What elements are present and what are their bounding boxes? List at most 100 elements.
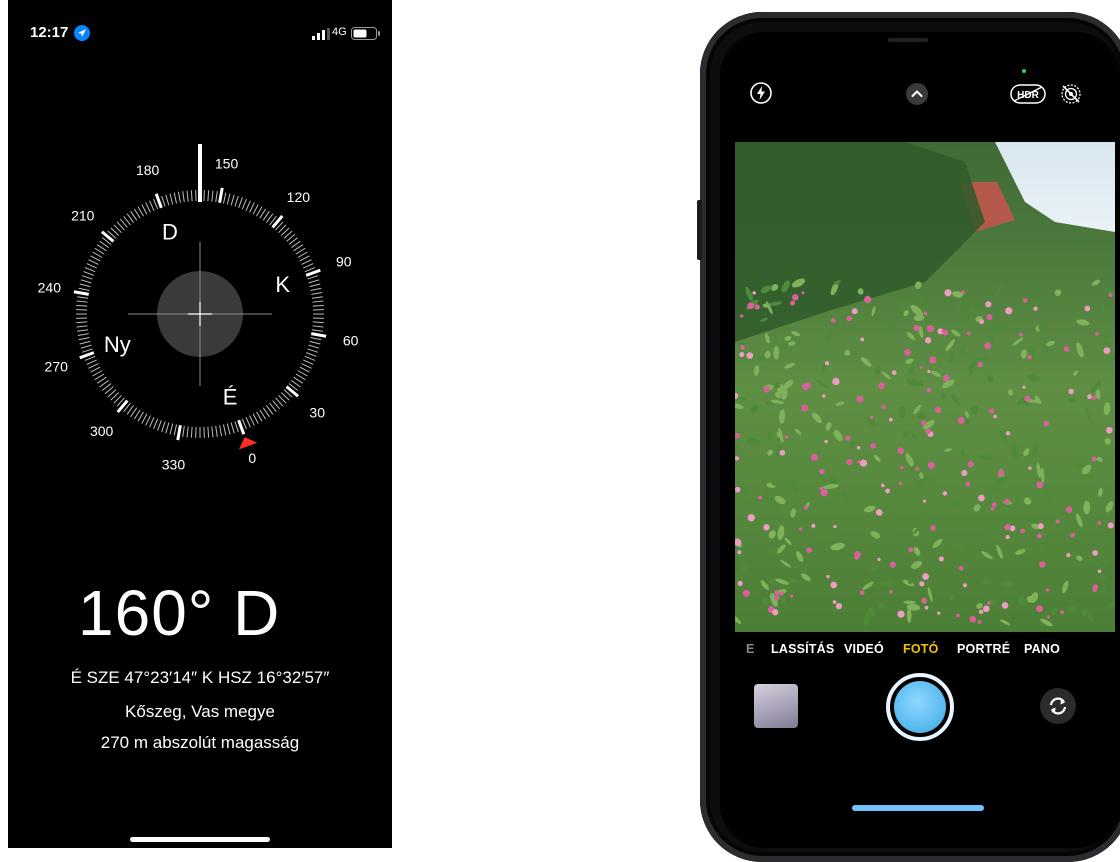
minor-tick xyxy=(154,199,158,209)
altitude: 270 m abszolút magasság xyxy=(8,733,392,753)
shutter-button[interactable] xyxy=(886,673,954,741)
degree-label: 90 xyxy=(336,254,352,270)
home-indicator[interactable] xyxy=(130,837,270,842)
side-button xyxy=(697,200,702,260)
flower xyxy=(1022,386,1025,389)
flower xyxy=(967,332,971,336)
flower xyxy=(826,575,829,578)
minor-tick xyxy=(313,322,324,323)
flower xyxy=(987,601,991,605)
flower xyxy=(1028,466,1032,470)
flower xyxy=(824,440,827,443)
coordinates[interactable]: É SZE 47°23′14″ K HSZ 16°32′57″ xyxy=(8,668,392,688)
minor-tick xyxy=(183,426,185,437)
minor-tick xyxy=(223,193,225,204)
degree-label: 210 xyxy=(71,208,95,224)
flower xyxy=(1023,298,1028,303)
flower xyxy=(943,375,950,382)
flower xyxy=(811,524,815,528)
minor-tick xyxy=(91,367,101,372)
flower xyxy=(921,420,926,425)
flower xyxy=(804,506,808,510)
minor-tick xyxy=(166,195,169,206)
flower xyxy=(969,616,976,623)
minor-tick xyxy=(131,408,137,417)
chevron-up-icon[interactable] xyxy=(906,83,928,105)
minor-tick xyxy=(231,195,234,206)
flower xyxy=(864,296,871,303)
mode-partial[interactable]: E xyxy=(746,642,755,656)
flower xyxy=(1060,610,1064,614)
flower xyxy=(799,527,803,531)
minor-tick xyxy=(300,256,310,261)
major-tick xyxy=(156,194,161,208)
flower xyxy=(792,294,799,301)
flower xyxy=(927,325,934,332)
minor-tick xyxy=(170,194,173,205)
minor-tick xyxy=(158,420,162,430)
minor-tick xyxy=(294,245,303,251)
flower xyxy=(1046,588,1050,592)
minor-tick xyxy=(227,194,230,205)
flower xyxy=(1097,521,1101,525)
mode-pano[interactable]: PANO xyxy=(1024,642,1060,656)
major-tick xyxy=(80,353,94,358)
place-name: Kőszeg, Vas megye xyxy=(8,702,392,722)
flower xyxy=(735,487,740,493)
flower xyxy=(989,408,994,413)
flower xyxy=(913,325,919,331)
viewfinder[interactable] xyxy=(735,142,1115,632)
flash-icon[interactable] xyxy=(750,82,772,104)
minor-tick xyxy=(227,424,230,435)
home-indicator-photo[interactable] xyxy=(852,805,984,811)
minor-tick xyxy=(77,330,88,332)
cardinal-east: K xyxy=(275,272,290,297)
camera-flip-button[interactable] xyxy=(1040,688,1076,724)
minor-tick xyxy=(257,207,263,217)
flower xyxy=(889,590,893,594)
minor-tick xyxy=(83,272,93,276)
flower xyxy=(1004,499,1009,504)
flower xyxy=(892,370,897,375)
minor-tick xyxy=(263,408,269,417)
flower xyxy=(942,329,946,333)
flower xyxy=(1068,389,1074,395)
flower xyxy=(959,566,964,571)
flower xyxy=(967,461,973,467)
flower xyxy=(882,405,886,409)
mode-photo[interactable]: FOTÓ xyxy=(903,642,939,656)
minor-tick xyxy=(312,330,323,332)
degree-label: 30 xyxy=(309,404,325,420)
flower xyxy=(1095,332,1099,336)
minor-tick xyxy=(131,211,137,220)
flower xyxy=(922,573,929,580)
flower xyxy=(984,342,991,349)
flower xyxy=(1020,529,1025,534)
major-tick xyxy=(118,401,128,412)
flower xyxy=(909,547,914,552)
major-tick xyxy=(239,420,244,434)
live-photo-off-icon[interactable] xyxy=(1060,83,1082,105)
hdr-label: HDR xyxy=(1017,90,1039,101)
minor-tick xyxy=(250,203,255,213)
mode-portrait[interactable]: PORTRÉ xyxy=(957,642,1010,656)
flower xyxy=(747,302,754,309)
hdr-icon[interactable]: HDR xyxy=(1010,84,1046,104)
degree-label: 330 xyxy=(162,457,186,473)
flower xyxy=(743,590,750,597)
flower xyxy=(1006,431,1010,435)
flower xyxy=(926,429,931,434)
minor-tick xyxy=(309,280,320,283)
last-photo-thumbnail[interactable] xyxy=(754,684,798,728)
leaf xyxy=(774,346,780,360)
flower xyxy=(1064,346,1070,352)
flower xyxy=(740,345,745,350)
mode-slowmo[interactable]: LASSÍTÁS xyxy=(771,642,834,656)
flower xyxy=(833,600,837,604)
flower xyxy=(1002,602,1009,609)
minor-tick xyxy=(220,425,222,436)
flower xyxy=(926,388,931,393)
flower xyxy=(983,606,990,613)
flower xyxy=(961,290,965,294)
mode-video[interactable]: VIDEÓ xyxy=(844,642,884,656)
